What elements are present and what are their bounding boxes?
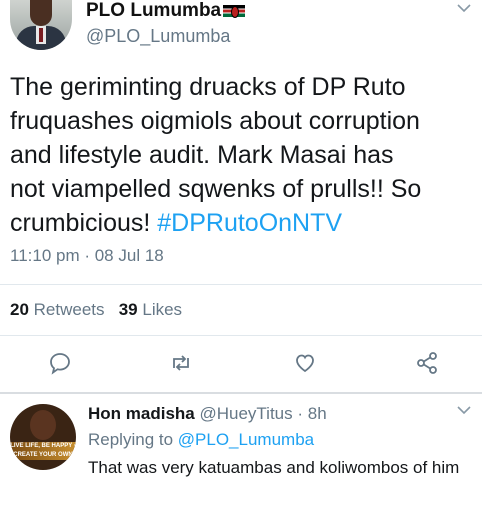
reply-handle-time: @HueyTitus · 8h bbox=[199, 404, 327, 423]
share-icon[interactable] bbox=[414, 350, 440, 376]
author-display-name: PLO Lumumba bbox=[86, 0, 222, 21]
tweet-stats: 20 Retweets 39 Likes bbox=[10, 300, 182, 320]
likes-stat[interactable]: 39 Likes bbox=[119, 300, 182, 319]
divider bbox=[0, 392, 482, 394]
replying-to-prefix: Replying to bbox=[88, 430, 178, 449]
reply-icon[interactable] bbox=[47, 350, 73, 376]
reply-author[interactable]: Hon madisha @HueyTitus · 8h bbox=[88, 404, 327, 424]
reply-text: That was very katuambas and koliwombos o… bbox=[88, 458, 460, 477]
likes-count: 39 bbox=[118, 300, 138, 319]
retweets-label: Retweets bbox=[33, 300, 105, 319]
reply-display-name: Hon madisha bbox=[88, 404, 195, 423]
replying-to-mention[interactable]: @PLO_Lumumba bbox=[178, 430, 314, 449]
divider bbox=[0, 284, 482, 285]
reply-author-avatar[interactable]: LIVE LIFE, BE HAPPY · CREATE YOUR OWN bbox=[10, 404, 76, 470]
replying-to: Replying to @PLO_Lumumba bbox=[88, 430, 314, 450]
avatar-caption: LIVE LIFE, BE HAPPY · CREATE YOUR OWN bbox=[10, 442, 76, 460]
chevron-down-icon[interactable] bbox=[456, 2, 472, 14]
retweets-count: 20 bbox=[10, 300, 29, 319]
chevron-down-icon[interactable] bbox=[456, 404, 472, 416]
author-avatar[interactable] bbox=[10, 0, 72, 50]
divider bbox=[0, 335, 482, 336]
hashtag-link[interactable]: #DPRutoOnNTV bbox=[157, 209, 342, 237]
retweets-stat[interactable]: 20 Retweets bbox=[10, 300, 105, 319]
like-icon[interactable] bbox=[292, 350, 318, 376]
author-name[interactable]: PLO Lumumba bbox=[86, 0, 246, 22]
kenya-flag-icon bbox=[223, 5, 246, 18]
likes-label: Likes bbox=[142, 300, 183, 319]
tweet-text: The geriminting druacks of DP Ruto fruqu… bbox=[10, 70, 478, 240]
retweet-icon[interactable] bbox=[168, 350, 194, 376]
tweet-actions bbox=[0, 350, 482, 376]
tweet-timestamp[interactable]: 11:10 pm · 08 Jul 18 bbox=[10, 246, 164, 266]
author-handle[interactable]: @PLO_Lumumba bbox=[86, 26, 230, 47]
